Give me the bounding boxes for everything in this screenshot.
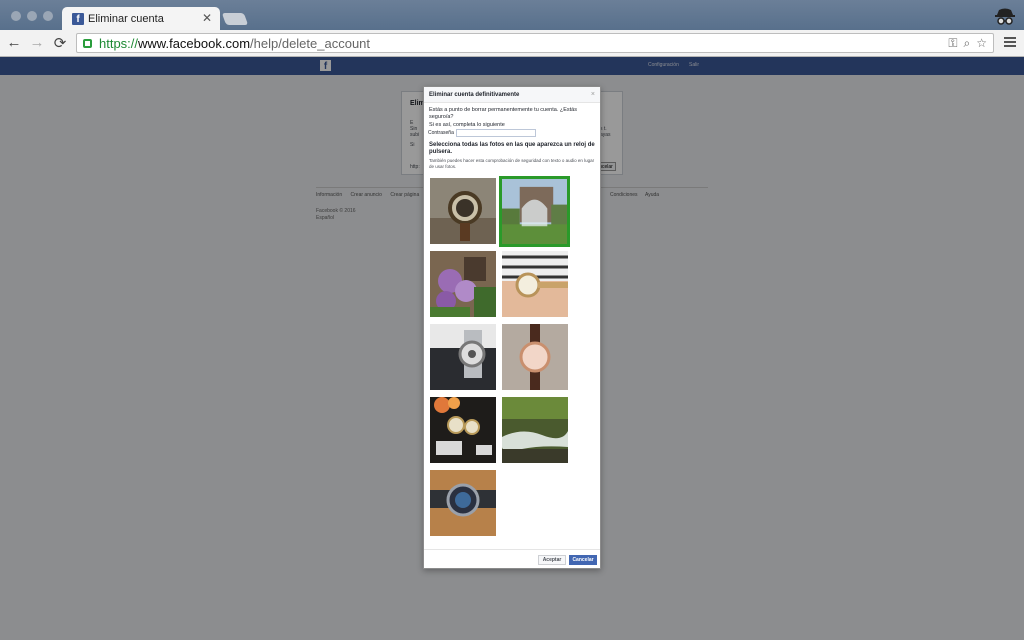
reload-button[interactable]: ⟳ <box>51 34 69 52</box>
tab-close-icon[interactable]: ✕ <box>202 11 212 25</box>
facebook-favicon-icon: f <box>72 12 84 25</box>
window-minimize-button[interactable] <box>27 11 37 21</box>
delete-account-dialog: Eliminar cuenta definitivamente × Estás … <box>423 86 601 569</box>
captcha-photo-fountain-building[interactable] <box>499 176 570 247</box>
accept-button[interactable]: Aceptar <box>538 555 566 565</box>
captcha-photo-watch-on-stone[interactable] <box>430 178 496 244</box>
incognito-icon <box>995 8 1015 25</box>
captcha-question: Selecciona todas las fotos en las que ap… <box>429 142 595 155</box>
tab-bar: f Eliminar cuenta ✕ <box>0 0 1024 30</box>
password-label: Contraseña <box>428 130 454 136</box>
captcha-photo-watch-in-box[interactable] <box>430 324 496 390</box>
captcha-photo-waterfall-stream[interactable] <box>502 397 568 463</box>
dialog-close-icon[interactable]: × <box>591 91 595 98</box>
key-icon[interactable]: ⚿ <box>948 36 957 51</box>
forward-button[interactable]: → <box>28 34 46 51</box>
new-tab-button[interactable] <box>221 13 249 25</box>
captcha-photo-watch-on-wrist-stripes[interactable] <box>502 251 568 317</box>
captcha-photo-watches-with-flowers[interactable] <box>430 397 496 463</box>
dialog-footer-divider <box>424 549 600 550</box>
browser-tab[interactable]: f Eliminar cuenta ✕ <box>62 7 220 30</box>
window-close-button[interactable] <box>11 11 21 21</box>
window-zoom-button[interactable] <box>43 11 53 21</box>
captcha-photo-pink-watch[interactable] <box>502 324 568 390</box>
search-icon[interactable]: ⌕ <box>964 36 971 51</box>
captcha-alternative-text: También puedes hacer esta comprobación d… <box>429 158 595 169</box>
dialog-title: Eliminar cuenta definitivamente <box>424 87 600 103</box>
cancel-button[interactable]: Cancelar <box>569 555 597 565</box>
browser-menu-icon[interactable] <box>1004 37 1016 49</box>
url-protocol: https:// <box>99 35 139 51</box>
back-button[interactable]: ← <box>5 34 23 51</box>
url-host: www.facebook.com <box>138 35 251 51</box>
browser-chrome: f Eliminar cuenta ✕ ← → ⟳ https:// www.f… <box>0 0 1024 57</box>
password-input[interactable] <box>455 129 536 137</box>
dialog-intro-2: Si es así, completa lo siguiente <box>429 122 505 128</box>
tab-title: Eliminar cuenta <box>88 12 164 25</box>
browser-toolbar: ← → ⟳ https:// www.facebook.com /help/de… <box>0 30 1024 57</box>
captcha-photo-lilac-flowers[interactable] <box>430 251 496 317</box>
secure-lock-icon <box>83 38 92 48</box>
password-row: Contraseña <box>428 129 536 137</box>
captcha-photo-blue-dial-watch[interactable] <box>430 470 496 536</box>
url-path: /help/delete_account <box>250 35 371 51</box>
dialog-intro: Estás a punto de borrar permanentemente … <box>429 107 577 120</box>
address-bar[interactable]: https:// www.facebook.com /help/delete_a… <box>76 33 994 53</box>
address-bar-icons: ⚿ ⌕ ☆ <box>948 36 987 51</box>
bookmark-star-icon[interactable]: ☆ <box>976 36 987 51</box>
